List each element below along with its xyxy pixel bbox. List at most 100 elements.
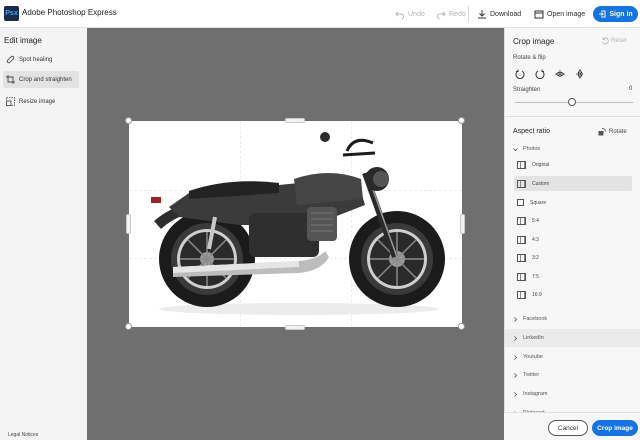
reset-button[interactable]: Reset bbox=[601, 37, 627, 45]
chevron-down-icon bbox=[513, 147, 518, 151]
aspect-option-label: Custom bbox=[532, 180, 550, 187]
chevron-right-icon bbox=[514, 316, 518, 322]
social-category-label: LinkedIn bbox=[523, 335, 544, 341]
crop-and-straighten-item[interactable]: Crop and straighten bbox=[3, 71, 79, 88]
open-image-label: Open image bbox=[547, 10, 586, 18]
crop-handle-bottom-left[interactable] bbox=[125, 323, 132, 330]
aspect-16-9-icon bbox=[517, 290, 526, 299]
aspect-ratio-heading: Aspect ratio bbox=[513, 128, 550, 135]
photos-category[interactable]: Photos bbox=[513, 143, 637, 155]
photo-crop-area[interactable] bbox=[125, 117, 465, 330]
legal-notices-link[interactable]: Legal Notices bbox=[8, 432, 38, 438]
rotate-flip-buttons bbox=[515, 66, 585, 79]
motorcycle-image bbox=[151, 132, 445, 315]
straighten-value: 0 bbox=[629, 86, 633, 92]
download-icon bbox=[478, 10, 486, 19]
social-category-label: Youtube bbox=[523, 354, 543, 360]
aspect-5-4-icon bbox=[517, 216, 526, 225]
undo-button[interactable]: Undo bbox=[395, 6, 425, 22]
aspect-option-4-3[interactable]: 4:3 bbox=[514, 232, 632, 247]
open-image-button[interactable]: Open image bbox=[534, 6, 585, 22]
panel-divider bbox=[505, 116, 640, 117]
app-logo: Psx bbox=[4, 6, 19, 21]
crop-handle-right[interactable] bbox=[460, 214, 465, 234]
resize-icon bbox=[6, 97, 15, 106]
flip-vertical-button[interactable] bbox=[575, 66, 585, 79]
crop-handle-bottom-right[interactable] bbox=[458, 323, 465, 330]
redo-button[interactable]: Redo bbox=[436, 6, 466, 22]
instagram-category[interactable]: Instagram bbox=[505, 385, 640, 403]
crop-handle-bottom[interactable] bbox=[285, 325, 305, 330]
sign-in-icon bbox=[599, 10, 606, 18]
aspect-option-custom[interactable]: Custom bbox=[514, 176, 632, 191]
aspect-option-label: 3:2 bbox=[532, 254, 539, 261]
photos-category-label: Photos bbox=[523, 146, 541, 152]
aspect-option-label: 7:5 bbox=[532, 273, 539, 280]
crop-options-panel: Crop image Reset Rotate & flip Straighte… bbox=[504, 28, 640, 440]
social-category-label: Twitter bbox=[523, 372, 540, 378]
reset-icon bbox=[602, 37, 609, 45]
crop-image-title: Crop image bbox=[513, 37, 555, 46]
left-panel: Edit image Spot healing Crop and straigh… bbox=[0, 28, 87, 440]
aspect-option-original[interactable]: Original bbox=[514, 157, 632, 172]
reset-label: Reset bbox=[611, 38, 627, 44]
redo-icon bbox=[437, 11, 446, 19]
chevron-right-icon bbox=[514, 372, 518, 378]
chevron-right-icon bbox=[514, 335, 518, 341]
redo-label: Redo bbox=[449, 10, 466, 18]
aspect-option-16-9[interactable]: 16:9 bbox=[514, 287, 632, 302]
aspect-option-label: 16:9 bbox=[532, 291, 542, 298]
app-title: Adobe Photoshop Express bbox=[22, 8, 117, 17]
facebook-category[interactable]: Facebook bbox=[505, 310, 640, 328]
aspect-option-square[interactable]: Square bbox=[514, 195, 632, 210]
crop-handle-top-left[interactable] bbox=[125, 117, 132, 124]
aspect-original-icon bbox=[517, 160, 526, 169]
aspect-option-7-5[interactable]: 7:5 bbox=[514, 269, 632, 284]
twitter-category[interactable]: Twitter bbox=[505, 366, 640, 384]
linkedin-category[interactable]: LinkedIn bbox=[505, 329, 640, 347]
aspect-option-label: 4:3 bbox=[532, 236, 539, 243]
image-canvas bbox=[87, 28, 504, 440]
aspect-option-5-4[interactable]: 5:4 bbox=[514, 213, 632, 228]
chevron-right-icon bbox=[514, 354, 518, 360]
open-image-icon bbox=[534, 10, 544, 19]
aspect-square-icon bbox=[517, 199, 524, 206]
flip-horizontal-button[interactable] bbox=[555, 66, 565, 78]
aspect-rotate-label: Rotate bbox=[609, 129, 627, 135]
rotate-left-button[interactable] bbox=[515, 66, 525, 79]
aspect-option-label: Original bbox=[532, 161, 550, 168]
rotate-right-button[interactable] bbox=[535, 66, 545, 79]
cancel-button[interactable]: Cancel bbox=[548, 420, 588, 436]
youtube-category[interactable]: Youtube bbox=[505, 348, 640, 366]
rotate-flip-label: Rotate & flip bbox=[513, 55, 546, 61]
aspect-3-2-icon bbox=[517, 253, 526, 262]
crop-handle-left[interactable] bbox=[126, 214, 131, 234]
aspect-7-5-icon bbox=[517, 272, 526, 281]
flip-horizontal-icon bbox=[555, 70, 565, 78]
resize-image-label: Resize image bbox=[19, 98, 56, 105]
undo-label: Undo bbox=[408, 10, 425, 18]
crop-handle-top-right[interactable] bbox=[458, 117, 465, 124]
crop-icon bbox=[6, 75, 15, 84]
aspect-4-3-icon bbox=[517, 235, 526, 244]
bandage-icon bbox=[6, 55, 15, 64]
resize-image-item[interactable]: Resize image bbox=[3, 93, 79, 110]
crop-image-button[interactable]: Crop image bbox=[592, 420, 638, 436]
flip-vertical-icon bbox=[576, 69, 584, 79]
straighten-label: Straighten bbox=[513, 87, 541, 93]
aspect-option-3-2[interactable]: 3:2 bbox=[514, 250, 632, 265]
aspect-option-label: 5:4 bbox=[532, 217, 539, 224]
spot-healing-label: Spot healing bbox=[19, 56, 53, 63]
social-category-label: Facebook bbox=[523, 316, 548, 322]
crop-handle-top[interactable] bbox=[285, 118, 305, 123]
rotate-left-icon bbox=[515, 69, 525, 79]
undo-icon bbox=[395, 11, 404, 19]
straighten-slider-thumb[interactable] bbox=[568, 98, 576, 106]
social-category-label: Instagram bbox=[523, 391, 548, 397]
aspect-rotate-button[interactable]: Rotate bbox=[598, 128, 627, 136]
download-button[interactable]: Download bbox=[477, 6, 521, 22]
spot-healing-item[interactable]: Spot healing bbox=[3, 51, 79, 68]
sign-in-button[interactable]: Sign in bbox=[593, 6, 638, 22]
download-label: Download bbox=[490, 10, 522, 18]
crop-and-straighten-label: Crop and straighten bbox=[19, 76, 72, 83]
